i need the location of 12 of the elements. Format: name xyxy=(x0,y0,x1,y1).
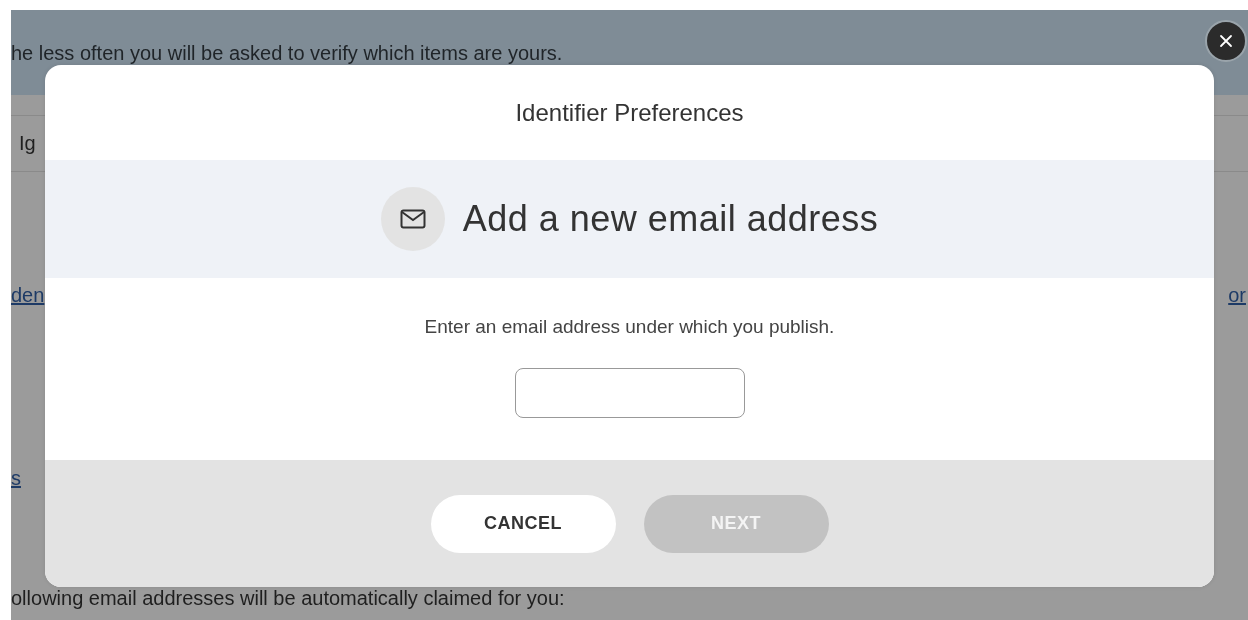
email-field[interactable] xyxy=(514,368,745,418)
banner-text: he less often you will be asked to verify which items are yours. xyxy=(11,42,563,65)
dialog-title: Identifier Preferences xyxy=(515,98,744,127)
tab-label[interactable]: Ig xyxy=(19,132,36,155)
prompt-text: Enter an email address under which you publish. xyxy=(424,316,835,338)
close-icon xyxy=(1219,34,1233,48)
link[interactable]: den xyxy=(11,284,45,307)
link[interactable]: or xyxy=(1228,284,1246,307)
link[interactable]: s xyxy=(11,467,21,489)
dialog-button[interactable]: CANCEL xyxy=(430,494,616,553)
dialog-heading: Add a new email address xyxy=(462,198,879,240)
section-text: ollowing email addresses will be automatically claimed for you: xyxy=(11,587,565,609)
